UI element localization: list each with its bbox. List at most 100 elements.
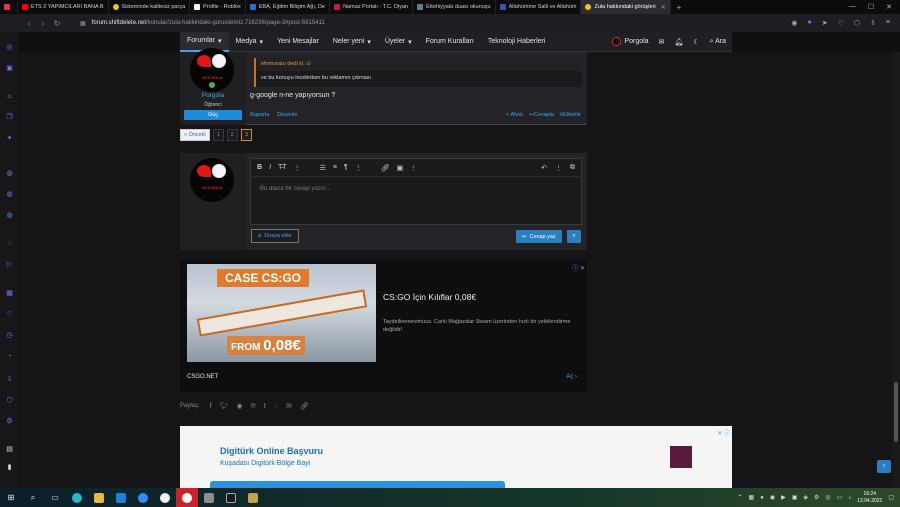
volume-icon[interactable]: ♪	[848, 495, 851, 501]
heart-icon[interactable]: ♡	[4, 309, 15, 320]
cube-icon[interactable]: ⬡	[854, 19, 860, 27]
task-view-icon[interactable]: ▭	[47, 491, 63, 505]
browser-tab[interactable]: Namaz Portalı - T.C. Diyan	[330, 0, 414, 14]
more-options-icon[interactable]: ⋮	[410, 164, 417, 172]
page-link-current[interactable]: 3	[240, 129, 252, 141]
quote-button[interactable]: + Alıntı	[506, 112, 523, 118]
browser-tab-active[interactable]: Zula hakkındaki görüşleri ✕	[581, 0, 671, 14]
clock-icon[interactable]: ◔	[4, 351, 15, 362]
scrollbar-thumb[interactable]	[894, 382, 898, 442]
notes-icon[interactable]: ▤	[4, 444, 15, 455]
network-icon[interactable]: ▭	[837, 494, 843, 501]
list-icon[interactable]: ☰	[320, 164, 326, 172]
edge-icon[interactable]	[69, 491, 85, 505]
bag-icon[interactable]: ▣	[4, 63, 15, 74]
scroll-to-top-button[interactable]: ↑	[877, 460, 891, 473]
email-icon[interactable]: ✉	[286, 402, 292, 410]
twitter-icon[interactable]: 🐦︎	[220, 402, 229, 410]
view-site-info-icon[interactable]: ▦	[80, 20, 86, 27]
preview-button[interactable]: ⌕	[567, 230, 581, 243]
chrome-icon[interactable]	[157, 491, 173, 505]
nav-item-medya[interactable]: Medya ▾	[229, 32, 271, 52]
more-options-icon[interactable]: ⋮	[294, 164, 301, 172]
ad2-title[interactable]: Digitürk Online Başvuru	[220, 446, 323, 456]
notification-icon[interactable]: ▢	[888, 494, 894, 501]
nav-item-neler-yeni[interactable]: Neler yeni ▾	[326, 32, 378, 52]
history-icon[interactable]: ◷	[4, 330, 15, 341]
menu-icon[interactable]: ≡	[886, 19, 890, 27]
browser-tab[interactable]: EBA, Eğitim Bilişim Ağı, De	[246, 0, 331, 14]
tray-app-icon[interactable]: ◉	[770, 494, 775, 501]
heart-icon[interactable]: ♡	[838, 19, 844, 27]
reply-editor[interactable]: B I T̶T ⋮ ☰ ≡ ¶ ⋮ 🔗︎ ▣ ⋮ ↶ ⋮ ⧉ Bu alana …	[250, 158, 582, 225]
tray-app-icon[interactable]: ●	[760, 495, 764, 501]
preview-toggle-icon[interactable]: ⧉	[570, 164, 575, 172]
download-icon[interactable]: ⇩	[870, 19, 876, 27]
post-username[interactable]: Porgola	[180, 92, 246, 99]
tray-app-icon[interactable]: ▦	[749, 494, 755, 501]
opera-taskbar-icon[interactable]	[176, 488, 198, 507]
browser-tab[interactable]: Sisteminde kalitesiz parça	[109, 0, 191, 14]
bold-icon[interactable]: B	[257, 164, 262, 171]
reply-button[interactable]: ↩Cevapla	[529, 112, 554, 118]
minimize-icon[interactable]: —	[849, 3, 856, 11]
send-icon[interactable]: ➤	[822, 19, 828, 27]
browser-tab[interactable]: Profile - Roblox	[190, 0, 246, 14]
ad-title[interactable]: CS:GO İçin Kılıflar 0,08€	[383, 292, 476, 302]
dark-mode-icon[interactable]: ☾	[693, 38, 699, 46]
page-scrollbar[interactable]	[892, 52, 900, 488]
link-icon[interactable]: 🔗︎	[381, 164, 390, 172]
avatar[interactable]: SYS GOLA	[190, 158, 234, 202]
ad-choices-icon[interactable]: ✕ ⓘ	[717, 428, 730, 437]
page-link[interactable]: 2	[226, 129, 238, 141]
pinterest-icon[interactable]: ℗	[251, 403, 256, 410]
italic-icon[interactable]: I	[269, 164, 271, 171]
ad-choices-icon[interactable]: ⓘ ✕	[572, 263, 585, 272]
maximize-icon[interactable]: ☐	[868, 3, 874, 11]
reddit-icon[interactable]: ◉	[237, 402, 243, 410]
instagram-icon[interactable]: ◌	[4, 238, 15, 249]
store-icon[interactable]	[201, 491, 217, 505]
url-field[interactable]: ▦ forum.shiftdelete.net/konular/zula-hak…	[80, 20, 325, 27]
settings-icon[interactable]: ⚙	[4, 416, 15, 427]
bookmark-icon[interactable]: ✦	[4, 133, 15, 144]
prev-page-button[interactable]: « Önceki	[180, 129, 210, 141]
tray-app-icon[interactable]: ⚙	[814, 494, 819, 501]
align-icon[interactable]: ≡	[333, 164, 337, 171]
camera-icon[interactable]: ◉	[791, 19, 797, 27]
ad-image[interactable]: CASE CS:GO FROM 0,08€	[187, 264, 376, 362]
player-icon[interactable]: ▷	[4, 259, 15, 270]
page-link[interactable]: 1	[212, 129, 224, 141]
more-options-icon[interactable]: ⋮	[555, 164, 562, 172]
whatsapp-icon[interactable]: ◌	[274, 403, 278, 410]
ad2-cta-button[interactable]	[210, 481, 505, 488]
submit-reply-button[interactable]: ↩ Cevap yaz	[516, 230, 562, 243]
tray-app-icon[interactable]: ◈	[803, 494, 808, 501]
app-icon[interactable]	[223, 491, 239, 505]
reload-icon[interactable]: ↻	[50, 19, 64, 28]
nav-item-yeni-mesajlar[interactable]: Yeni Mesajlar	[270, 32, 326, 52]
grid-icon[interactable]: ▦	[4, 288, 15, 299]
tumblr-icon[interactable]: t	[264, 403, 266, 410]
tray-app-icon[interactable]: ▶	[781, 494, 786, 501]
nav-item-forum-kurallari[interactable]: Forum Kuralları	[419, 32, 481, 52]
chevron-up-icon[interactable]: ⌃	[737, 494, 742, 501]
browser-tab[interactable]	[0, 0, 18, 14]
report-link[interactable]: Raporla	[250, 112, 269, 118]
zoom-icon[interactable]	[135, 491, 151, 505]
nav-item-teknoloji-haberleri[interactable]: Teknoloji Haberleri	[481, 32, 553, 52]
whatsapp-icon[interactable]: ◍	[4, 189, 15, 200]
image-icon[interactable]: ▣	[397, 164, 404, 172]
search-button[interactable]: ⌕ Ara	[710, 38, 726, 46]
steam-icon[interactable]: ◎	[825, 494, 830, 501]
attach-file-button[interactable]: ⌀ Dosya ekle	[251, 229, 299, 243]
copy-icon[interactable]: ❐	[4, 112, 15, 123]
forward-icon[interactable]: ›	[36, 19, 50, 28]
file-explorer-icon[interactable]	[91, 491, 107, 505]
extension-icon[interactable]: ●	[808, 19, 812, 27]
home-icon[interactable]: ⌂	[4, 91, 15, 102]
account-link[interactable]: Porgola	[612, 37, 649, 46]
new-tab-button[interactable]: +	[671, 3, 688, 12]
telegram-icon[interactable]: ◍	[4, 210, 15, 221]
link-icon[interactable]: 🔗︎	[300, 402, 309, 410]
